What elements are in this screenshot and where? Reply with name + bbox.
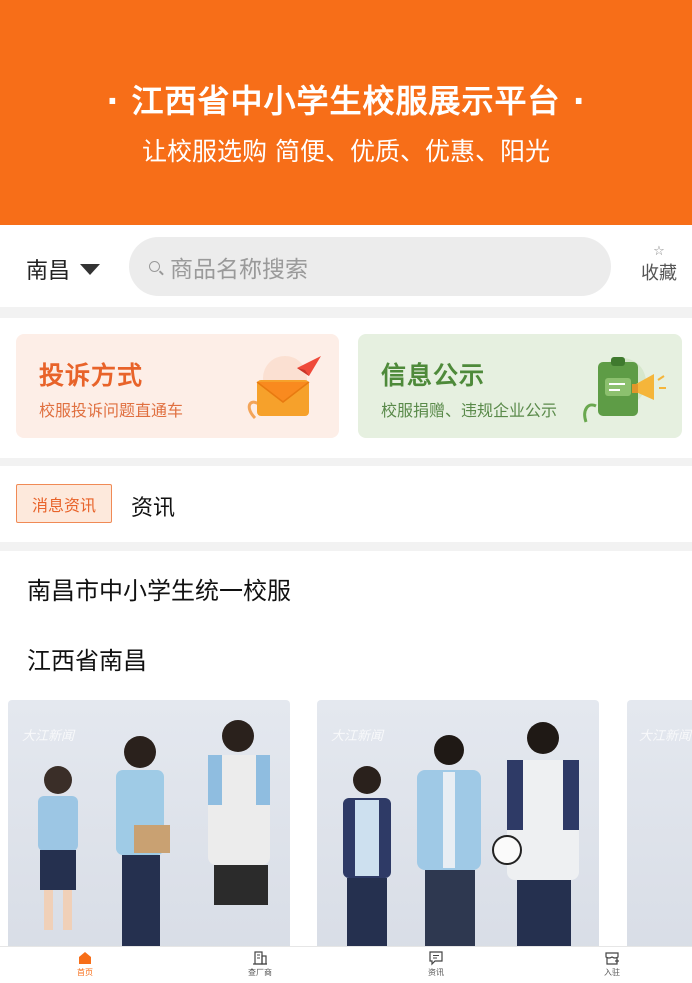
tab-home-label: 首页 xyxy=(77,968,93,977)
tab-home[interactable]: 首页 xyxy=(55,950,115,978)
tab-manufacturers-label: 查厂商 xyxy=(248,968,272,977)
home-icon xyxy=(79,952,91,964)
news-ticker[interactable]: 消息资讯 资讯 xyxy=(0,466,692,542)
message-icon xyxy=(429,951,443,966)
disclosure-card[interactable]: 信息公示 校服捐赠、违规企业公示 xyxy=(358,334,682,438)
tab-join[interactable]: 入驻 xyxy=(582,950,642,978)
news-text: 资讯 xyxy=(131,496,176,521)
store-icon xyxy=(605,952,619,965)
city-label: 南昌 xyxy=(26,259,71,284)
summer-uniform-photo[interactable]: 大江新闻 xyxy=(8,700,290,960)
uniform-photo-image: 大江新闻 xyxy=(331,722,579,960)
favorite-button[interactable]: ☆ 收藏 xyxy=(636,245,682,285)
search-placeholder: 商品名称搜索 xyxy=(170,256,308,283)
platform-title: · 江西省中小学生校服展示平台 · xyxy=(106,82,586,120)
disclosure-card-title: 信息公示 xyxy=(381,361,486,390)
disclosure-card-desc: 校服捐赠、违规企业公示 xyxy=(381,401,558,420)
bottom-tab-bar: 首页 查厂商 资讯 入驻 xyxy=(0,946,692,983)
complaint-card-desc: 校服投诉问题直通车 xyxy=(39,401,184,420)
building-icon xyxy=(253,951,267,965)
tab-join-label: 入驻 xyxy=(604,968,620,977)
watermark: 大江新闻 xyxy=(639,729,692,744)
search-input[interactable]: 商品名称搜索 xyxy=(129,237,611,296)
search-bar-row: 南昌 商品名称搜索 ☆ 收藏 xyxy=(0,225,692,307)
favorite-label: 收藏 xyxy=(641,263,677,284)
winter-uniform-photo[interactable]: 大江新闻 xyxy=(317,700,599,960)
watermark: 大江新闻 xyxy=(331,729,385,744)
uniform-photo-image: 大江新闻 xyxy=(22,720,270,955)
platform-subtitle: 让校服选购 简便、优质、优惠、阳光 xyxy=(142,137,550,166)
third-uniform-photo[interactable]: 大江新闻 xyxy=(627,700,692,960)
complaint-card[interactable]: 投诉方式 校服投诉问题直通车 xyxy=(16,334,339,438)
header-banner: · 江西省中小学生校服展示平台 · 让校服选购 简便、优质、优惠、阳光 xyxy=(0,0,692,225)
tab-news-label: 资讯 xyxy=(428,968,444,977)
caret-down-icon xyxy=(80,263,101,275)
city-selector[interactable]: 南昌 xyxy=(26,253,101,285)
tab-news[interactable]: 资讯 xyxy=(406,950,466,978)
page: · 江西省中小学生校服展示平台 · 让校服选购 简便、优质、优惠、阳光 南昌 商… xyxy=(0,0,692,983)
uniform-listing[interactable]: 南昌市中小学生统一校服 江西省南昌 大江新闻 大江新闻 大江新闻 xyxy=(0,551,692,960)
star-icon: ☆ xyxy=(653,244,665,259)
complaint-card-title: 投诉方式 xyxy=(39,361,144,390)
envelope-icon xyxy=(247,356,321,420)
listing-title: 南昌市中小学生统一校服 xyxy=(27,577,291,605)
search-icon xyxy=(149,261,160,272)
shortcut-cards: 投诉方式 校服投诉问题直通车 信息公示 校服捐赠、违规企业公示 xyxy=(0,318,692,458)
news-badge: 消息资讯 xyxy=(16,484,112,523)
watermark: 大江新闻 xyxy=(22,729,76,744)
clipboard-megaphone-icon xyxy=(583,357,666,423)
uniform-photo-image: 大江新闻 xyxy=(639,729,692,744)
tab-manufacturers[interactable]: 查厂商 xyxy=(230,950,290,978)
listing-location: 江西省南昌 xyxy=(27,647,147,675)
